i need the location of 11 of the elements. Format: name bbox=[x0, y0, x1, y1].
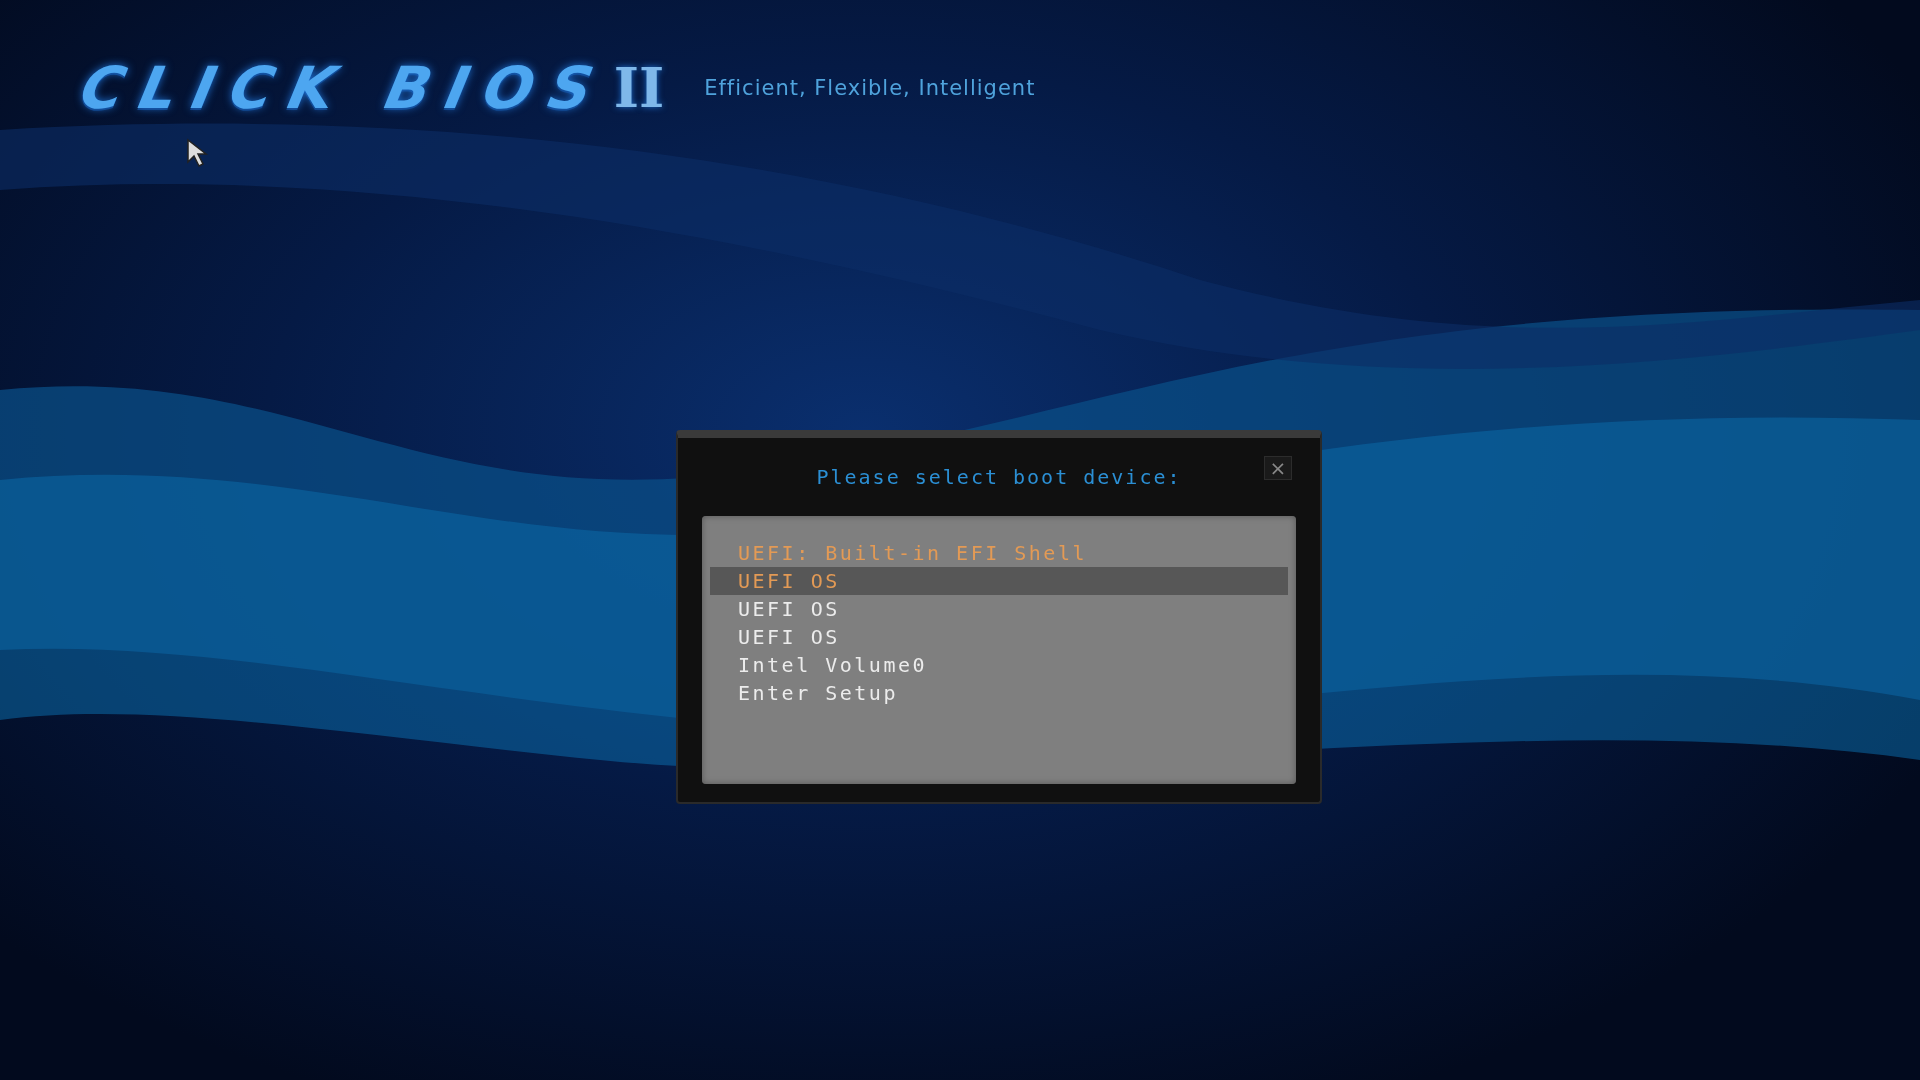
boot-device-item[interactable]: UEFI OS bbox=[710, 623, 1288, 651]
boot-device-item[interactable]: Enter Setup bbox=[710, 679, 1288, 707]
boot-device-item[interactable]: Intel Volume0 bbox=[710, 651, 1288, 679]
tagline: Efficient, Flexible, Intelligent bbox=[704, 76, 1036, 100]
boot-device-item[interactable]: UEFI: Built-in EFI Shell bbox=[710, 539, 1288, 567]
boot-device-item[interactable]: UEFI OS bbox=[710, 595, 1288, 623]
dialog-title: Please select boot device: bbox=[816, 465, 1182, 489]
boot-device-item[interactable]: UEFI OS bbox=[710, 567, 1288, 595]
close-button[interactable]: × bbox=[1264, 456, 1292, 480]
mouse-pointer-icon bbox=[186, 138, 210, 168]
logo: CLICK BIOS II bbox=[82, 54, 665, 122]
